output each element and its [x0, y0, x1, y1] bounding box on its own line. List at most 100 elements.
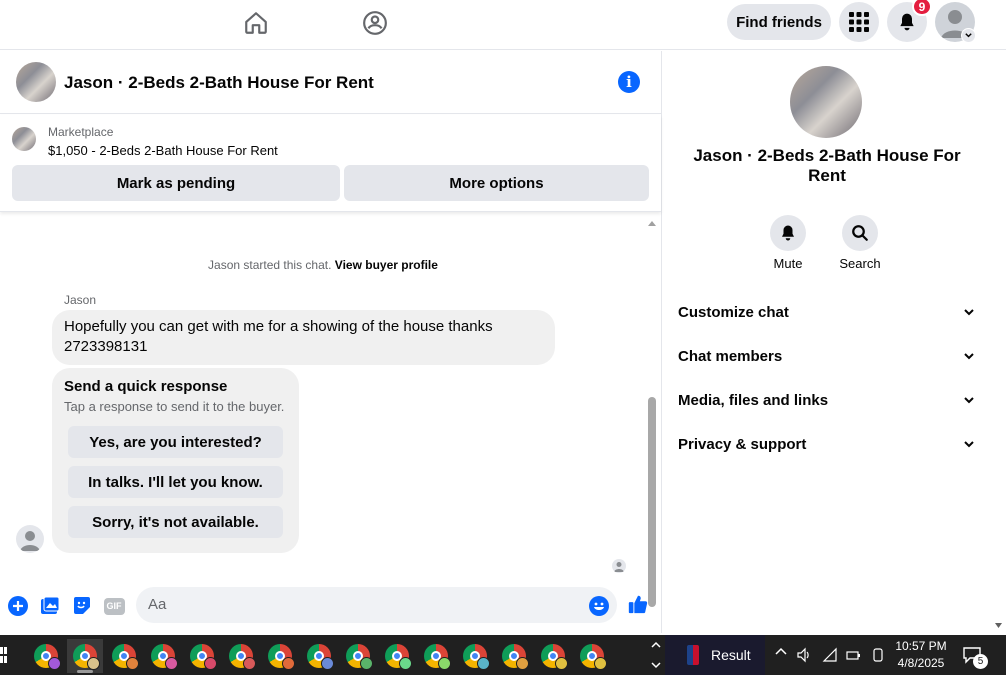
chat-title[interactable]: Jason · 2-Beds 2-Bath House For Rent	[64, 73, 374, 93]
result-label: Result	[711, 647, 751, 663]
chat-panel: Jason · 2-Beds 2-Bath House For Rent i M…	[0, 51, 662, 633]
profile-avatar-icon	[555, 657, 568, 670]
chrome-taskbar-button[interactable]	[496, 639, 532, 673]
emoji-icon[interactable]	[588, 595, 610, 617]
account-chevron-down-icon[interactable]	[961, 28, 976, 43]
info-panel-title: Jason · 2-Beds 2-Bath House For Rent	[693, 146, 961, 185]
mute-label: Mute	[773, 256, 803, 271]
profile-avatar-icon	[360, 657, 373, 670]
composer: GIF Aa	[0, 581, 661, 631]
search-icon	[852, 225, 868, 241]
bell-icon	[900, 13, 914, 31]
chrome-taskbar-button[interactable]	[574, 639, 610, 673]
profile-avatar-icon	[399, 657, 412, 670]
menu-button[interactable]	[839, 2, 879, 42]
marketplace-banner: Marketplace $1,050 - 2-Beds 2-Bath House…	[0, 115, 661, 212]
profile-avatar-icon	[87, 657, 100, 670]
quick-response-option[interactable]: Yes, are you interested?	[68, 426, 283, 458]
groups-icon[interactable]	[360, 8, 390, 38]
section-label: Customize chat	[678, 303, 789, 321]
gif-label: GIF	[103, 597, 125, 615]
battery-icon[interactable]	[845, 647, 861, 666]
sender-name: Jason	[64, 293, 97, 307]
windows-taskbar: Result 10:57 PM 4/8/2025 5	[0, 635, 1006, 675]
profile-avatar-icon	[594, 657, 607, 670]
section-media-files-links[interactable]: Media, files and links	[678, 385, 976, 415]
quick-response-option[interactable]: In talks. I'll let you know.	[68, 466, 283, 498]
section-privacy-support[interactable]: Privacy & support	[678, 429, 976, 459]
seen-receipt-avatar	[612, 559, 626, 573]
section-label: Chat members	[678, 347, 783, 365]
volume-icon[interactable]	[796, 647, 812, 666]
gif-icon[interactable]: GIF	[103, 595, 125, 617]
message-text-line: Hopefully you can get with me for a show…	[64, 318, 493, 335]
listing-avatar[interactable]	[16, 62, 56, 102]
chrome-taskbar-button[interactable]	[340, 639, 376, 673]
start-edge-icon[interactable]	[0, 647, 8, 663]
chrome-taskbar-button[interactable]	[301, 639, 337, 673]
info-icon[interactable]: i	[618, 71, 640, 93]
profile-avatar-icon	[516, 657, 529, 670]
listing-price-title[interactable]: $1,050 - 2-Beds 2-Bath House For Rent	[48, 143, 278, 158]
notification-center-count: 5	[973, 654, 988, 669]
section-label: Media, files and links	[678, 391, 829, 409]
page-scrollbar[interactable]	[991, 51, 1006, 633]
message-input[interactable]: Aa	[136, 587, 617, 623]
message-phone-number: 2723398131	[64, 338, 148, 355]
chrome-taskbar-button[interactable]	[145, 639, 181, 673]
plus-circle-icon[interactable]	[7, 595, 29, 617]
nba-logo-icon	[687, 645, 699, 665]
sports-widget[interactable]: Result	[665, 635, 765, 675]
quick-response-title: Send a quick response	[64, 378, 228, 395]
taskbar-overflow-arrows[interactable]	[650, 637, 662, 673]
chrome-taskbar-button[interactable]	[28, 639, 64, 673]
view-buyer-profile-link[interactable]: View buyer profile	[335, 258, 438, 272]
home-icon[interactable]	[241, 8, 271, 38]
show-hidden-icons-chevron-up-icon[interactable]	[774, 645, 788, 662]
chrome-taskbar-button[interactable]	[457, 639, 493, 673]
thumbs-up-icon[interactable]	[627, 593, 649, 615]
chevron-down-icon	[964, 441, 974, 448]
search-label: Search	[839, 256, 881, 271]
clock-date[interactable]: 4/8/2025	[893, 656, 949, 670]
message-scrollbar-thumb[interactable]	[648, 397, 656, 607]
section-customize-chat[interactable]: Customize chat	[678, 297, 976, 327]
profile-avatar-icon	[477, 657, 490, 670]
chrome-taskbar-button[interactable]	[262, 639, 298, 673]
profile-avatar-icon	[438, 657, 451, 670]
chrome-taskbar-button[interactable]	[418, 639, 454, 673]
find-friends-button[interactable]: Find friends	[727, 4, 831, 40]
mark-as-pending-button[interactable]: Mark as pending	[12, 165, 340, 201]
wifi-icon[interactable]	[822, 647, 838, 666]
chevron-down-icon	[964, 397, 974, 404]
profile-avatar-icon	[282, 657, 295, 670]
chrome-taskbar-button[interactable]	[184, 639, 220, 673]
photo-icon[interactable]	[39, 595, 61, 617]
notification-count-badge: 9	[912, 0, 932, 16]
search-button[interactable]	[842, 215, 878, 251]
more-options-button[interactable]: More options	[344, 165, 649, 201]
chrome-taskbar-button[interactable]	[67, 639, 103, 673]
quick-response-option[interactable]: Sorry, it's not available.	[68, 506, 283, 538]
marketplace-label: Marketplace	[48, 125, 114, 139]
profile-avatar-icon	[165, 657, 178, 670]
chrome-taskbar-button[interactable]	[535, 639, 571, 673]
chrome-taskbar-button[interactable]	[223, 639, 259, 673]
grid-menu-icon	[849, 12, 869, 32]
listing-thumbnail[interactable]	[12, 127, 36, 151]
message-bubble[interactable]: Hopefully you can get with me for a show…	[52, 310, 555, 365]
listing-large-avatar[interactable]	[790, 66, 862, 138]
sticker-icon[interactable]	[71, 595, 93, 617]
profile-avatar-icon	[48, 657, 61, 670]
chevron-down-icon	[964, 309, 974, 316]
copilot-icon[interactable]	[870, 647, 886, 666]
chat-info-panel: Jason · 2-Beds 2-Bath House For Rent Mut…	[663, 51, 991, 633]
top-navigation-bar: Find friends 9	[0, 0, 1006, 50]
chrome-taskbar-button[interactable]	[106, 639, 142, 673]
section-chat-members[interactable]: Chat members	[678, 341, 976, 371]
mute-button[interactable]	[770, 215, 806, 251]
chrome-taskbar-button[interactable]	[379, 639, 415, 673]
clock-time[interactable]: 10:57 PM	[893, 639, 949, 653]
chat-started-notice: Jason started this chat. View buyer prof…	[0, 258, 646, 272]
sender-avatar[interactable]	[16, 525, 44, 553]
